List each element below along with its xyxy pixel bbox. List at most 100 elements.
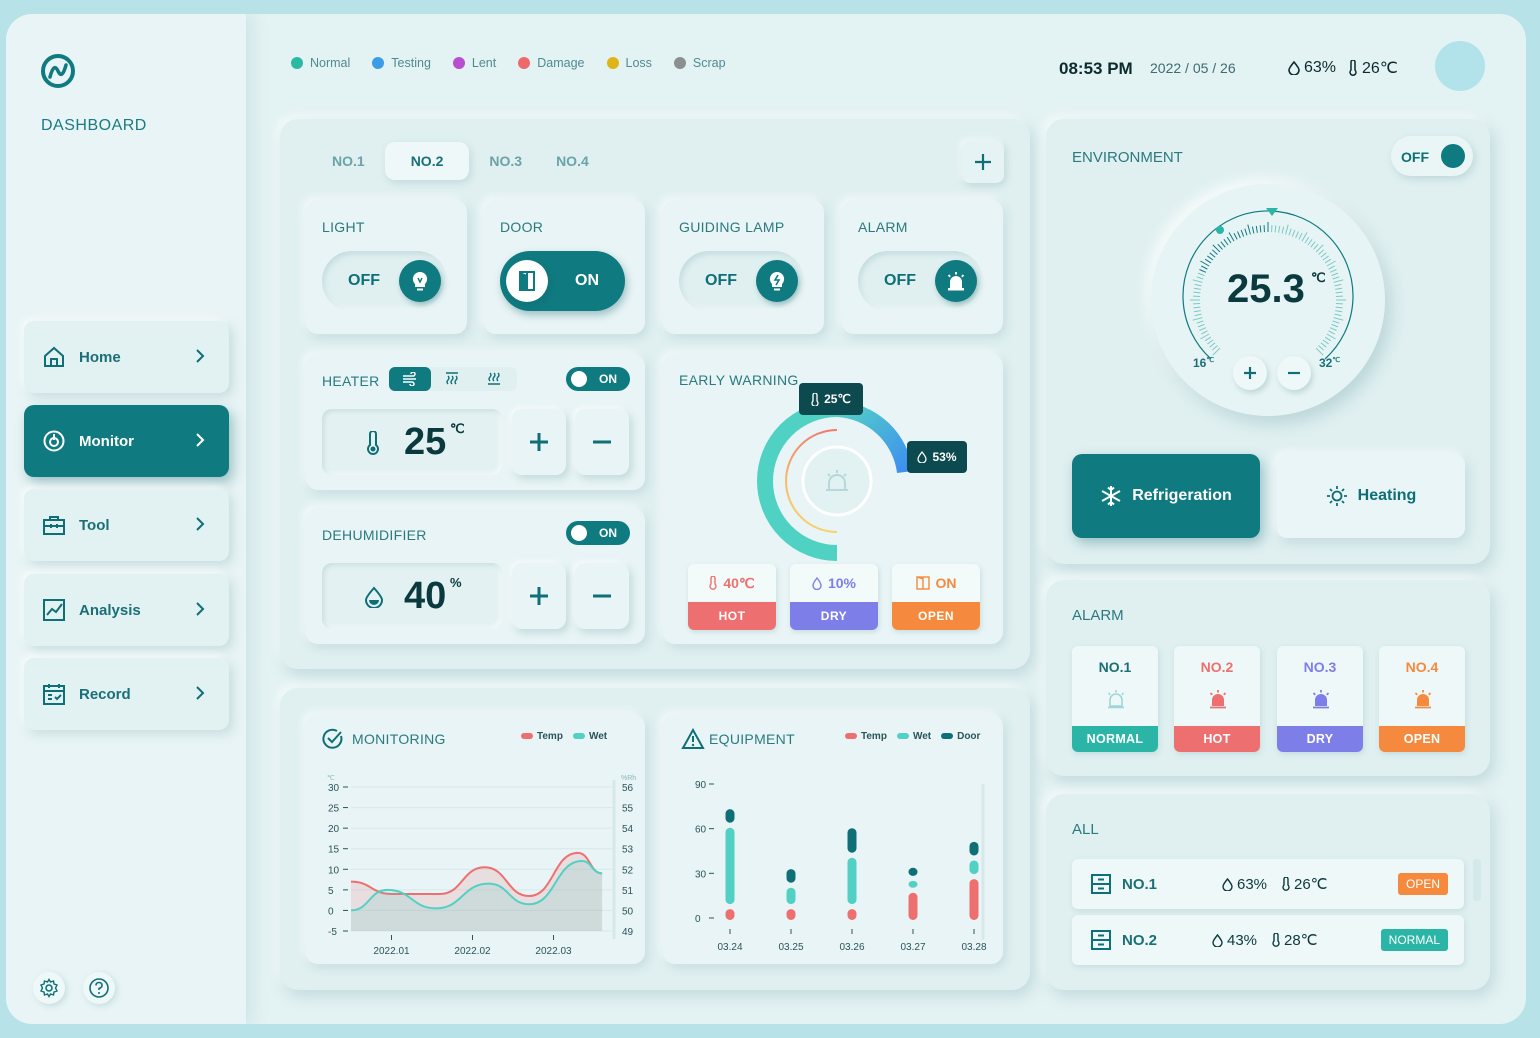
- card-title: LIGHT: [322, 219, 365, 235]
- dial-tick: [1332, 320, 1340, 324]
- dial-tick: [1324, 336, 1332, 342]
- logo-icon: [41, 54, 75, 88]
- sidebar-item-home[interactable]: Home: [24, 321, 229, 393]
- legend-label: Damage: [537, 56, 585, 70]
- siren-icon: [1209, 690, 1227, 709]
- alarm-tile-status: NORMAL: [1072, 726, 1158, 752]
- dial-increase-button[interactable]: [1233, 356, 1267, 390]
- dial-tick: [1193, 310, 1201, 313]
- status-label: OPEN: [892, 602, 980, 630]
- alarm-tile-name: NO.2: [1200, 659, 1234, 675]
- clock-time: 08:53 PM: [1059, 59, 1133, 78]
- dial-tick: [1251, 226, 1255, 234]
- alarm-tile-no2[interactable]: NO.2 HOT: [1174, 646, 1260, 752]
- row-temperature: 26℃: [1282, 875, 1328, 893]
- y2-tick-label: 51: [622, 886, 634, 897]
- alarm-tile-status: HOT: [1174, 726, 1260, 752]
- y-tick-label: 25: [328, 804, 340, 815]
- legend-item: Door: [941, 731, 980, 742]
- sidebar-item-record[interactable]: Record: [24, 658, 229, 730]
- dial-tick: [1223, 239, 1229, 246]
- dehumidifier-increase-button[interactable]: [512, 563, 566, 629]
- y2-tick-label: 56: [622, 783, 634, 794]
- table-row[interactable]: NO.1 63% 26℃ OPEN: [1072, 859, 1464, 909]
- y-tick-label: 10: [328, 865, 340, 876]
- tab-no3[interactable]: NO.3: [475, 142, 536, 180]
- temp-tag-value: 25℃: [824, 392, 851, 406]
- row-humidity-value: 43%: [1227, 931, 1258, 949]
- status-value: 40℃: [723, 574, 755, 591]
- dial-tick: [1329, 327, 1337, 331]
- x-tick-label: 2022.01: [373, 946, 410, 957]
- dial-tick: [1310, 241, 1316, 248]
- sun-icon: [1326, 486, 1347, 506]
- sidebar-item-label: Analysis: [79, 601, 141, 619]
- alarm-tile-no1[interactable]: NO.1 NORMAL: [1072, 646, 1158, 752]
- status-label: HOT: [688, 602, 776, 630]
- dial-tick: [1318, 345, 1325, 351]
- environment-toggle[interactable]: OFF: [1391, 136, 1473, 176]
- dial-tick: [1331, 272, 1339, 277]
- heater-decrease-button[interactable]: [575, 409, 629, 475]
- bar-wet: [786, 887, 796, 905]
- scrollbar[interactable]: [1473, 859, 1481, 901]
- sidebar: DASHBOARD Home Monitor Tool Analysis Rec…: [6, 14, 246, 1024]
- add-room-button[interactable]: [962, 141, 1004, 183]
- alarm-tile-no3[interactable]: NO.3 DRY: [1277, 646, 1363, 752]
- legend-label: Loss: [625, 56, 652, 70]
- open-status-tile: ON OPEN: [892, 564, 980, 630]
- thermostat-dial[interactable]: 25.3 ℃ 16℃ 32℃: [1151, 184, 1385, 416]
- sidebar-item-label: Record: [79, 685, 131, 703]
- tab-no1[interactable]: NO.1: [318, 142, 379, 180]
- heater-mode-wind[interactable]: [389, 367, 431, 391]
- dial-tick: [1291, 229, 1296, 237]
- dehumidifier-toggle[interactable]: ON: [566, 521, 630, 545]
- heater-toggle[interactable]: ON: [566, 367, 630, 391]
- sidebar-item-monitor[interactable]: Monitor: [24, 405, 229, 477]
- dial-tick: [1326, 333, 1336, 340]
- monitor-icon: [43, 430, 65, 452]
- app-window: DASHBOARD Home Monitor Tool Analysis Rec…: [6, 14, 1526, 1024]
- chevron-right-icon: [196, 517, 205, 531]
- dial-tick: [1278, 225, 1281, 233]
- sidebar-item-analysis[interactable]: Analysis: [24, 574, 229, 646]
- tab-no4[interactable]: NO.4: [542, 142, 603, 180]
- dehumidifier-decrease-button[interactable]: [575, 563, 629, 629]
- header-humidity-value: 63%: [1304, 59, 1337, 76]
- ring-center-disc: [801, 445, 873, 517]
- all-panel-title: ALL: [1072, 821, 1099, 838]
- help-button[interactable]: [83, 972, 115, 1004]
- header-humidity: 63%: [1288, 58, 1336, 78]
- switch-state: OFF: [348, 272, 380, 289]
- dial-tick: [1304, 236, 1310, 244]
- sidebar-item-label: Monitor: [79, 432, 134, 450]
- guiding-lamp-switch[interactable]: OFF: [679, 251, 804, 311]
- heater-mode-heat-high[interactable]: [473, 367, 515, 391]
- alarm-tile-name: NO.1: [1098, 659, 1132, 675]
- dial-tick: [1200, 330, 1208, 335]
- heater-mode-heat-low[interactable]: [431, 367, 473, 391]
- y-tick-label: 0: [328, 906, 334, 917]
- switch-state: OFF: [705, 272, 737, 289]
- door-switch[interactable]: ON: [500, 251, 625, 311]
- y2-tick-label: 49: [622, 927, 634, 938]
- avatar[interactable]: [1435, 41, 1485, 91]
- loss-dot: [606, 57, 619, 69]
- alarm-tile-no4[interactable]: NO.4 OPEN: [1379, 646, 1465, 752]
- dial-decrease-button[interactable]: [1277, 356, 1311, 390]
- settings-button[interactable]: [33, 972, 65, 1004]
- alarm-switch[interactable]: OFF: [858, 251, 983, 311]
- mode-label: Refrigeration: [1132, 487, 1232, 504]
- tab-no2[interactable]: NO.2: [384, 142, 470, 180]
- legend-item: Normal: [291, 56, 350, 70]
- card-title: EQUIPMENT: [709, 731, 795, 747]
- sidebar-item-tool[interactable]: Tool: [24, 489, 229, 561]
- legend-label: Scrap: [692, 56, 726, 70]
- light-switch[interactable]: OFF: [322, 251, 447, 311]
- heating-button[interactable]: Heating: [1277, 454, 1465, 538]
- table-row[interactable]: NO.2 43% 28℃ NORMAL: [1072, 915, 1464, 965]
- heater-increase-button[interactable]: [512, 409, 566, 475]
- refrigeration-button[interactable]: Refrigeration: [1072, 454, 1260, 538]
- snowflake-icon: [1101, 486, 1121, 506]
- dial-tick: [1295, 231, 1299, 239]
